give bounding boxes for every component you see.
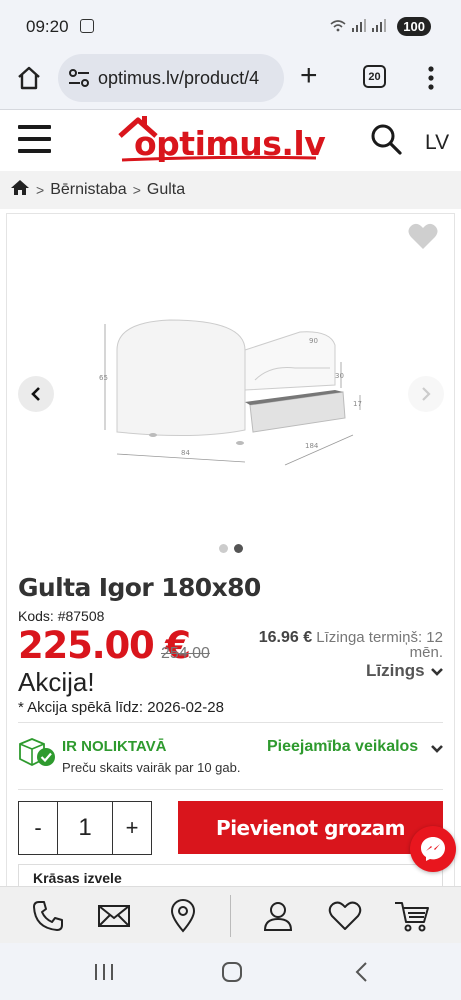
- quantity-stepper: - 1 +: [18, 801, 152, 855]
- language-selector[interactable]: LV: [425, 131, 449, 155]
- wishlist-heart-icon[interactable]: [408, 222, 438, 250]
- bottom-app-bar: [0, 886, 461, 943]
- account-icon[interactable]: [261, 899, 295, 933]
- lease-amount: 16.96 €: [258, 629, 313, 646]
- svg-text:184: 184: [305, 442, 319, 450]
- site-header: optimus.lv LV: [0, 111, 461, 171]
- leasing-dropdown[interactable]: Līzings: [366, 661, 425, 681]
- phone-icon[interactable]: [31, 899, 65, 933]
- wifi-signal-icon: [330, 18, 392, 35]
- mail-icon[interactable]: [97, 899, 131, 933]
- svg-text:90: 90: [309, 337, 318, 345]
- svg-text:30: 30: [335, 372, 344, 380]
- product-code: Kods: #87508: [18, 608, 105, 624]
- status-indicators: 100: [330, 17, 431, 36]
- home-nav-icon[interactable]: [217, 959, 247, 985]
- new-tab-icon[interactable]: +: [300, 61, 318, 91]
- breadcrumb: > Bērnistaba > Gulta: [0, 171, 461, 209]
- store-availability-dropdown[interactable]: Pieejamība veikalos: [267, 738, 418, 756]
- in-stock-box-icon: [18, 737, 56, 767]
- status-time: 09:20: [26, 17, 69, 36]
- home-icon[interactable]: [16, 65, 42, 91]
- browser-toolbar: optimus.lv/product/4 + 20: [0, 52, 461, 110]
- gallery-next-button[interactable]: [408, 376, 444, 412]
- add-to-cart-button[interactable]: Pievienot grozam: [178, 801, 443, 854]
- site-logo[interactable]: optimus.lv: [116, 114, 326, 166]
- gallery-pagination: [219, 544, 243, 553]
- breadcrumb-item[interactable]: Bērnistaba: [50, 181, 127, 199]
- promo-note: * Akcija spēkā līdz: 2026-02-28: [18, 699, 224, 716]
- bar-separator: [230, 895, 231, 937]
- address-bar[interactable]: optimus.lv/product/4: [58, 54, 284, 102]
- product-image[interactable]: 65 84 184 90 30 17: [95, 310, 370, 475]
- quantity-input[interactable]: 1: [57, 802, 113, 854]
- divider: [18, 789, 443, 790]
- chevron-down-icon[interactable]: [430, 742, 444, 754]
- home-breadcrumb-icon[interactable]: [10, 179, 30, 201]
- back-icon[interactable]: [348, 959, 378, 985]
- wishlist-icon[interactable]: [328, 899, 362, 933]
- messenger-chat-icon[interactable]: [410, 826, 456, 872]
- screenshot-icon: [80, 19, 94, 33]
- chevron-down-icon[interactable]: [430, 665, 444, 677]
- menu-icon[interactable]: [427, 65, 435, 91]
- cart-icon[interactable]: [394, 899, 429, 933]
- recents-icon[interactable]: [90, 959, 120, 985]
- quantity-increase-button[interactable]: +: [113, 802, 151, 854]
- hamburger-menu-icon[interactable]: [18, 125, 51, 154]
- gallery-prev-button[interactable]: [18, 376, 54, 412]
- svg-text:84: 84: [181, 449, 190, 457]
- battery-indicator: 100: [397, 17, 431, 36]
- gallery-dot[interactable]: [219, 544, 228, 553]
- color-section-title: Krāsas izvele: [33, 870, 122, 886]
- stock-status: IR NOLIKTAVĀ: [62, 738, 167, 755]
- system-navigation-bar: [0, 943, 461, 1000]
- site-settings-icon[interactable]: [68, 68, 90, 88]
- breadcrumb-separator: >: [132, 182, 141, 198]
- old-price: 254.00: [161, 645, 210, 662]
- gallery-dot-active[interactable]: [234, 544, 243, 553]
- product-title: Gulta Igor 180x80: [18, 573, 261, 602]
- url-text: optimus.lv/product/4: [98, 67, 260, 88]
- status-bar: 09:20 100: [0, 0, 461, 52]
- svg-text:17: 17: [353, 400, 362, 408]
- divider: [18, 722, 443, 723]
- logo-text: optimus.lv: [134, 124, 326, 163]
- stock-subtitle: Preču skaits vairāk par 10 gab.: [62, 760, 241, 775]
- quantity-decrease-button[interactable]: -: [19, 802, 57, 854]
- breadcrumb-separator: >: [36, 182, 45, 198]
- tab-switcher-icon[interactable]: 20: [363, 65, 386, 88]
- svg-text:65: 65: [99, 374, 108, 382]
- breadcrumb-item[interactable]: Gulta: [147, 181, 185, 199]
- location-icon[interactable]: [166, 899, 200, 933]
- lease-info: 16.96 € Līzinga termiņš: 12 mēn.: [230, 629, 443, 661]
- promo-label: Akcija!: [18, 667, 95, 697]
- search-icon[interactable]: [370, 123, 402, 155]
- lease-term: Līzinga termiņš: 12 mēn.: [316, 629, 443, 661]
